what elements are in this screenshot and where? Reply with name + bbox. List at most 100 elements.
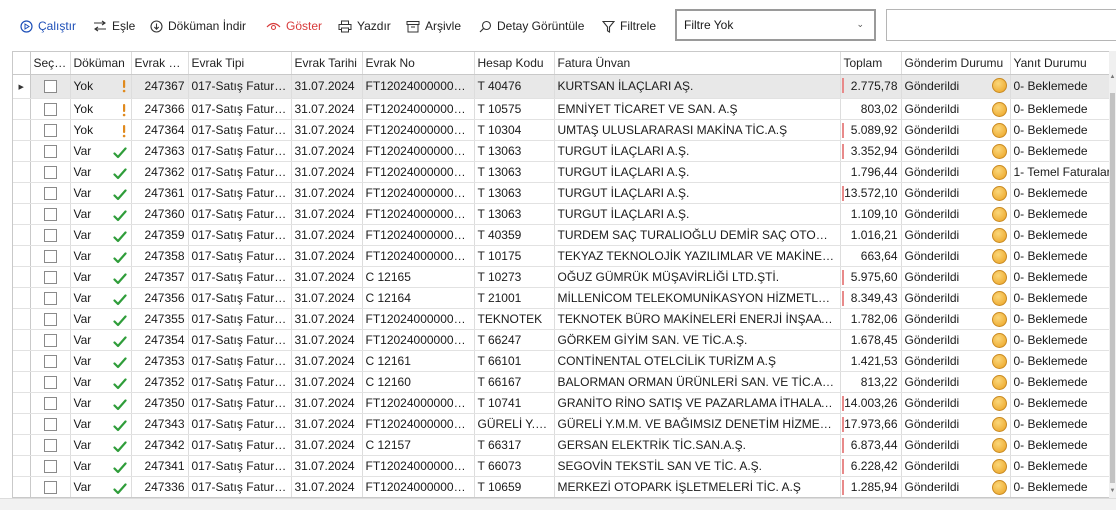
row-indicator[interactable]	[13, 476, 31, 497]
detail-view-button[interactable]: Detay Görüntüle	[479, 17, 584, 35]
column-header-send-status[interactable]: Gönderim Durumu	[901, 52, 1011, 75]
row-checkbox[interactable]	[43, 249, 57, 263]
row-indicator[interactable]	[13, 392, 31, 414]
table-row[interactable]: Var 247354 017-Satış Faturası 31.07.2024 FT1…	[13, 329, 1116, 351]
row-indicator[interactable]	[13, 140, 31, 162]
table-row[interactable]: Var 247363 017-Satış Faturası 31.07.2024 FT1…	[13, 140, 1116, 162]
row-checkbox[interactable]	[43, 207, 57, 221]
selection-cell[interactable]	[30, 245, 71, 267]
row-checkbox[interactable]	[43, 228, 57, 242]
column-header-title[interactable]: Fatura Ünvan	[554, 52, 841, 75]
table-row[interactable]: Var 247358 017-Satış Faturası 31.07.2024 FT1…	[13, 245, 1116, 267]
selection-cell[interactable]	[30, 350, 71, 372]
column-header-date[interactable]: Evrak Tarihi	[291, 52, 363, 75]
selection-cell[interactable]	[30, 329, 71, 351]
row-checkbox[interactable]	[43, 480, 57, 494]
row-checkbox[interactable]	[43, 354, 57, 368]
selection-cell[interactable]	[30, 266, 71, 288]
table-row[interactable]: Var 247343 017-Satış Faturası 31.07.2024 FT1…	[13, 413, 1116, 435]
table-row[interactable]: Var 247359 017-Satış Faturası 31.07.2024 FT1…	[13, 224, 1116, 246]
column-header-reply-status[interactable]: Yanıt Durumu	[1010, 52, 1116, 75]
column-header-serial[interactable]: Evrak SN	[131, 52, 189, 75]
table-row[interactable]: Var 247361 017-Satış Faturası 31.07.2024 FT1…	[13, 182, 1116, 204]
selection-cell[interactable]	[30, 392, 71, 414]
row-indicator[interactable]	[13, 119, 31, 141]
selection-cell[interactable]	[30, 476, 71, 497]
show-button[interactable]: Göster	[266, 17, 322, 35]
table-row[interactable]: Var 247357 017-Satış Faturası 31.07.2024 C 1…	[13, 266, 1116, 288]
table-row[interactable]: Var 247341 017-Satış Faturası 31.07.2024 FT1…	[13, 455, 1116, 477]
table-row[interactable]: Var 247352 017-Satış Faturası 31.07.2024 C 1…	[13, 371, 1116, 393]
search-input[interactable]	[886, 9, 1116, 41]
table-row[interactable]: Var 247356 017-Satış Faturası 31.07.2024 C 1…	[13, 287, 1116, 309]
selection-cell[interactable]	[30, 161, 71, 183]
vertical-scrollbar[interactable]: ▲ ▼	[1109, 51, 1116, 498]
column-header-account[interactable]: Hesap Kodu	[474, 52, 555, 75]
row-checkbox[interactable]	[43, 375, 57, 389]
row-indicator[interactable]	[13, 308, 31, 330]
table-row[interactable]: ▶ Yok 247367 017-Satış Faturası 31.07.2024 FT…	[13, 74, 1116, 99]
row-checkbox[interactable]	[43, 291, 57, 305]
row-checkbox[interactable]	[43, 312, 57, 326]
row-indicator[interactable]	[13, 287, 31, 309]
selection-cell[interactable]	[30, 287, 71, 309]
row-indicator[interactable]	[13, 434, 31, 456]
selection-cell[interactable]	[30, 308, 71, 330]
column-header-number[interactable]: Evrak No	[362, 52, 475, 75]
selection-cell[interactable]	[30, 98, 71, 120]
row-checkbox[interactable]	[43, 165, 57, 179]
row-checkbox[interactable]	[43, 80, 57, 94]
row-indicator[interactable]	[13, 161, 31, 183]
table-row[interactable]: Var 247342 017-Satış Faturası 31.07.2024 C 1…	[13, 434, 1116, 456]
table-row[interactable]: Var 247353 017-Satış Faturası 31.07.2024 C 1…	[13, 350, 1116, 372]
match-button[interactable]: Eşle	[93, 17, 135, 35]
row-checkbox[interactable]	[43, 459, 57, 473]
column-header-selection[interactable]: Seçim	[30, 52, 71, 75]
row-indicator[interactable]	[13, 413, 31, 435]
selection-cell[interactable]	[30, 371, 71, 393]
run-button[interactable]: Çalıştır	[20, 17, 76, 35]
print-button[interactable]: Yazdır	[338, 17, 391, 35]
selection-cell[interactable]	[30, 140, 71, 162]
archive-button[interactable]: Arşivle	[406, 17, 461, 35]
column-header-type[interactable]: Evrak Tipi	[188, 52, 292, 75]
row-indicator[interactable]	[13, 266, 31, 288]
row-indicator[interactable]	[13, 329, 31, 351]
selection-cell[interactable]	[30, 182, 71, 204]
row-checkbox[interactable]	[43, 270, 57, 284]
row-indicator[interactable]: ▶	[13, 74, 31, 99]
row-checkbox[interactable]	[43, 438, 57, 452]
selection-cell[interactable]	[30, 455, 71, 477]
selection-cell[interactable]	[30, 203, 71, 225]
selection-cell[interactable]	[30, 119, 71, 141]
scroll-up-icon[interactable]: ▲	[1109, 74, 1116, 80]
row-indicator[interactable]	[13, 182, 31, 204]
table-row[interactable]: Var 247336 017-Satış Faturası 31.07.2024 FT1…	[13, 476, 1116, 497]
table-row[interactable]: Yok 247366 017-Satış Faturası 31.07.2024 FT1…	[13, 98, 1116, 120]
table-row[interactable]: Var 247360 017-Satış Faturası 31.07.2024 FT1…	[13, 203, 1116, 225]
selection-cell[interactable]	[30, 74, 71, 99]
table-row[interactable]: Var 247355 017-Satış Faturası 31.07.2024 FT1…	[13, 308, 1116, 330]
table-row[interactable]: Yok 247364 017-Satış Faturası 31.07.2024 FT1…	[13, 119, 1116, 141]
download-document-button[interactable]: Döküman İndir	[150, 17, 246, 35]
selection-cell[interactable]	[30, 434, 71, 456]
row-indicator[interactable]	[13, 224, 31, 246]
row-checkbox[interactable]	[43, 123, 57, 137]
selection-cell[interactable]	[30, 413, 71, 435]
column-header-total[interactable]: Toplam	[840, 52, 902, 75]
row-checkbox[interactable]	[43, 396, 57, 410]
row-indicator[interactable]	[13, 98, 31, 120]
filter-select[interactable]: Filtre Yok ⌄	[675, 9, 876, 41]
row-checkbox[interactable]	[43, 186, 57, 200]
column-header-document[interactable]: Döküman	[70, 52, 132, 75]
row-checkbox[interactable]	[43, 144, 57, 158]
scroll-thumb[interactable]	[1110, 93, 1115, 483]
table-row[interactable]: Var 247362 017-Satış Faturası 31.07.2024 FT1…	[13, 161, 1116, 183]
row-indicator[interactable]	[13, 455, 31, 477]
row-indicator[interactable]	[13, 245, 31, 267]
row-indicator[interactable]	[13, 350, 31, 372]
row-checkbox[interactable]	[43, 102, 57, 116]
row-indicator[interactable]	[13, 371, 31, 393]
filter-button[interactable]: Filtrele	[602, 17, 656, 35]
scroll-down-icon[interactable]: ▼	[1109, 488, 1116, 494]
